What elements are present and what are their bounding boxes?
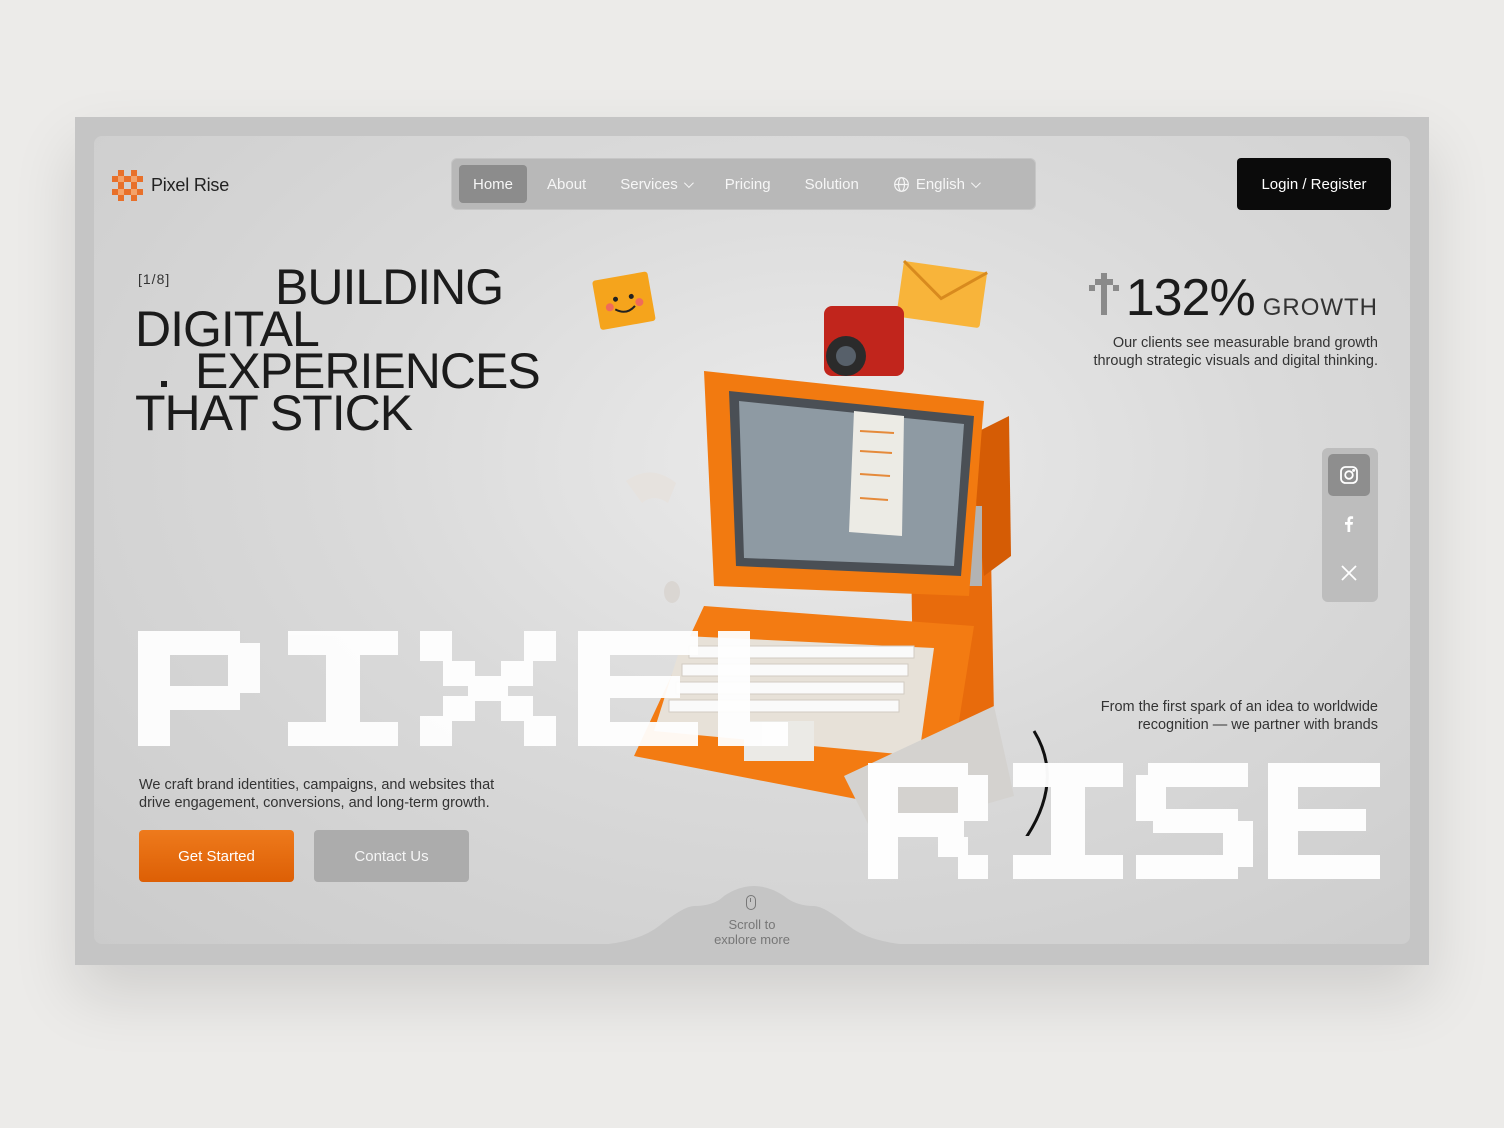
- instagram-icon: [1340, 466, 1358, 484]
- login-register-button[interactable]: Login / Register: [1237, 158, 1391, 210]
- chevron-down-icon: [683, 177, 694, 188]
- language-selector[interactable]: English: [879, 165, 992, 203]
- nav-item-home[interactable]: Home: [459, 165, 528, 203]
- nav-label: Services: [620, 175, 678, 193]
- scroll-hint[interactable]: Scroll to explore more: [694, 917, 810, 944]
- facebook-icon: [1345, 516, 1354, 532]
- facebook-button[interactable]: [1328, 503, 1370, 545]
- globe-icon: [893, 176, 909, 192]
- nav-item-about[interactable]: About: [533, 165, 600, 203]
- growth-value: 132%: [1125, 269, 1256, 327]
- growth-label: GROWTH: [1262, 294, 1378, 321]
- x-icon: [1341, 565, 1357, 581]
- brand-logo[interactable]: Pixel Rise: [112, 170, 229, 201]
- scroll-hint-line-1: Scroll to: [728, 917, 776, 932]
- main-nav: Home About Services Pricing Solution Eng…: [451, 158, 1036, 210]
- pixel-word-graphic: [138, 631, 788, 746]
- nav-item-pricing[interactable]: Pricing: [711, 165, 785, 203]
- partner-text: From the first spark of an idea to world…: [1100, 699, 1378, 733]
- pixel-grid-logo-icon: [112, 170, 143, 201]
- get-started-button[interactable]: Get Started: [139, 830, 294, 882]
- social-links: [1322, 448, 1378, 602]
- growth-stat: 132% GROWTH: [1126, 268, 1378, 328]
- nav-label: Home: [473, 175, 514, 193]
- browser-frame: Pixel Rise Home About Services Pricing S…: [75, 117, 1429, 965]
- mouse-icon: [746, 895, 756, 910]
- rise-word-graphic: [868, 763, 1380, 879]
- brand-name: Pixel Rise: [151, 175, 230, 195]
- contact-us-button[interactable]: Contact Us: [314, 830, 469, 882]
- arrow-up-icon: [1089, 273, 1119, 315]
- growth-description: Our clients see measurable brand growth …: [1093, 335, 1378, 369]
- nav-label: Solution: [804, 175, 859, 193]
- chevron-down-icon: [970, 177, 981, 188]
- hero-panel: Pixel Rise Home About Services Pricing S…: [94, 136, 1410, 944]
- x-button[interactable]: [1328, 552, 1370, 594]
- headline-line-3: EXPERIENCES: [135, 346, 541, 396]
- nav-label: English: [915, 175, 966, 193]
- nav-label: Pricing: [724, 175, 771, 193]
- scroll-hint-line-2: explore more: [714, 932, 790, 944]
- nav-label: About: [547, 175, 587, 193]
- nav-item-solution[interactable]: Solution: [791, 165, 873, 203]
- nav-item-services[interactable]: Services: [606, 165, 705, 203]
- page-title: BUILDING DIGITAL EXPERIENCES THAT STICK: [135, 262, 541, 438]
- craft-text: We craft brand identities, campaigns, an…: [139, 777, 495, 811]
- instagram-button[interactable]: [1328, 454, 1370, 496]
